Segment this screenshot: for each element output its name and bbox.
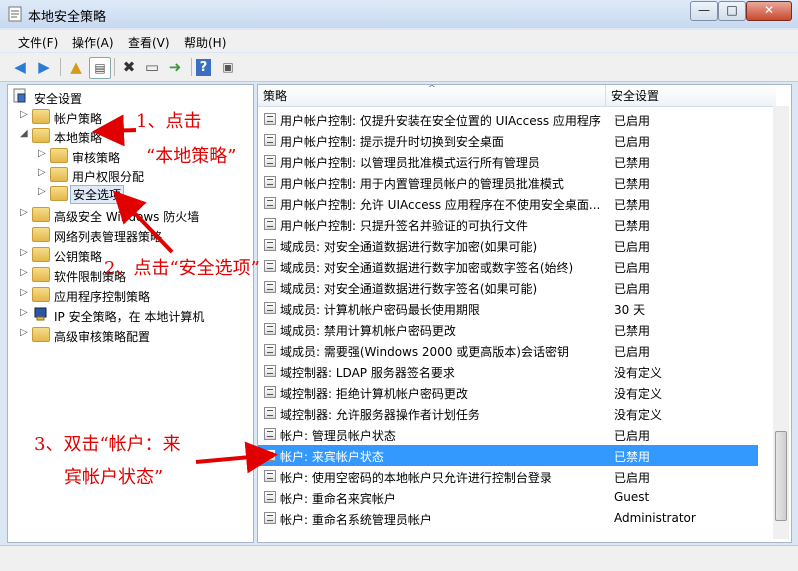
arrow-to-local-policy — [92, 114, 137, 147]
arrow-to-guest-account — [195, 441, 278, 474]
arrow-to-security-options — [112, 190, 174, 254]
annotation-arrows — [92, 114, 278, 474]
